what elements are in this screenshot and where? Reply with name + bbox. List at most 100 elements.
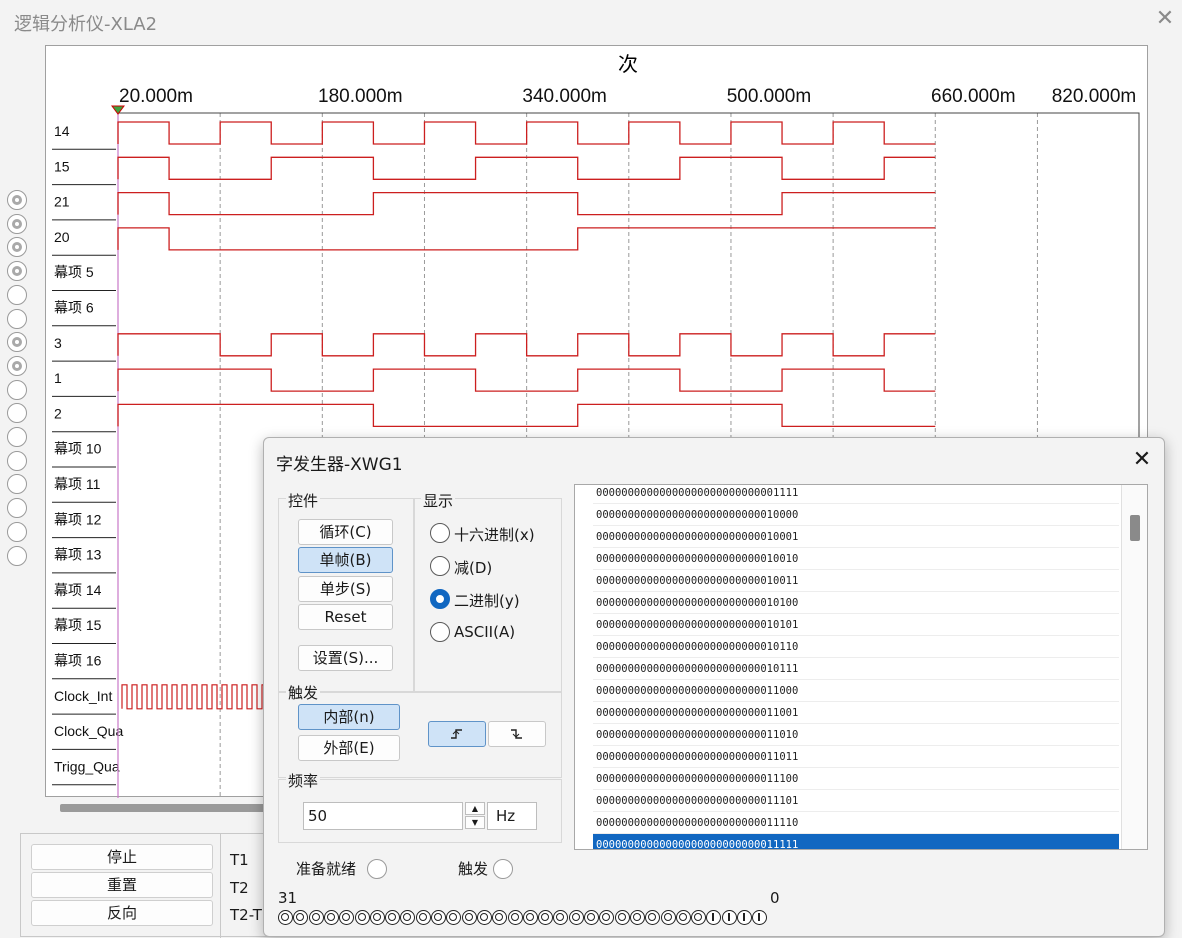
bit-low-icon[interactable] [645,910,661,925]
bit-low-icon[interactable] [660,910,676,925]
bit-high-icon[interactable] [752,910,768,925]
time-tick-label: 180.000m [318,86,403,107]
scrollbar-thumb[interactable] [1130,515,1140,541]
bit-low-icon[interactable] [415,910,431,925]
word-row[interactable]: 00000000000000000000000000010001 [593,526,1119,548]
bit-low-icon[interactable] [584,910,599,925]
pin-empty-icon[interactable] [7,427,27,447]
pin-empty-icon[interactable] [7,545,27,566]
word-row[interactable]: 00000000000000000000000000010000 [593,504,1119,526]
channel-label: 21 [54,194,70,210]
bit-low-icon[interactable] [369,910,385,925]
pin-empty-icon[interactable] [7,474,27,495]
display-radio-2[interactable] [430,589,450,609]
word-row[interactable]: 00000000000000000000000000011101 [593,790,1119,812]
channel-label: 15 [54,158,70,174]
pin-connected-icon[interactable] [7,190,27,210]
pin-empty-icon[interactable] [7,521,27,542]
bit-low-icon[interactable] [400,910,416,925]
pin-empty-icon[interactable] [7,498,27,519]
bit-low-icon[interactable] [446,910,462,925]
bit-low-icon[interactable] [553,910,569,925]
step-button[interactable]: 单步(S) [298,576,393,602]
pin-empty-icon[interactable] [7,308,27,329]
pin-connected-icon[interactable] [7,355,27,376]
word-row[interactable]: 00000000000000000000000000010010 [593,548,1119,570]
bit-low-icon[interactable] [691,910,707,925]
external-trigger-button[interactable]: 外部(E) [298,735,400,761]
bit-low-icon[interactable] [293,910,309,925]
word-row[interactable]: 00000000000000000000000000010101 [593,614,1119,636]
word-row[interactable]: 00000000000000000000000000001111 [593,485,1119,504]
channel-label: 幕项 5 [54,264,94,280]
bit-low-icon[interactable] [538,910,554,925]
pin-connected-icon[interactable] [7,213,27,234]
bit-high-icon[interactable] [706,910,722,925]
bit-low-icon[interactable] [492,910,508,925]
close-icon[interactable]: ✕ [1128,446,1156,474]
cycle-button[interactable]: 循环(C) [298,519,393,545]
pin-empty-icon[interactable] [7,284,27,305]
word-row[interactable]: 00000000000000000000000000011100 [593,768,1119,790]
frequency-unit-select[interactable]: Hz [487,802,537,830]
reset-button[interactable]: Reset [298,604,393,630]
pin-connected-icon[interactable] [7,237,27,258]
pin-empty-icon[interactable] [7,379,27,400]
spin-up-icon[interactable]: ▲ [465,802,485,815]
time-tick-label: 340.000m [522,86,607,107]
time-tick-label: 660.000m [931,86,1016,107]
display-radio-1[interactable] [430,556,450,576]
bit-high-icon[interactable] [721,910,737,925]
settings-button[interactable]: 设置(S)... [298,645,393,671]
display-radio-3[interactable] [430,622,450,642]
bit-low-icon[interactable] [599,910,615,925]
word-row[interactable]: 00000000000000000000000000011010 [593,724,1119,746]
bit-low-icon[interactable] [308,910,324,925]
word-row[interactable]: 00000000000000000000000000010011 [593,570,1119,592]
bit-low-icon[interactable] [507,910,523,925]
bit-high-icon[interactable] [737,910,752,925]
bit-low-icon[interactable] [323,910,339,925]
close-icon[interactable]: ✕ [1152,6,1178,32]
stop-button[interactable]: 停止 [31,844,213,870]
vertical-scrollbar[interactable] [1121,485,1147,849]
word-row[interactable]: 00000000000000000000000000011011 [593,746,1119,768]
bit-low-icon[interactable] [278,910,293,925]
word-row[interactable]: 00000000000000000000000000011000 [593,680,1119,702]
frequency-input[interactable]: 50 [303,802,463,830]
pin-empty-icon[interactable] [7,403,27,424]
word-list[interactable]: 00000000000000000000000000001111 00000000… [574,484,1148,850]
word-row[interactable]: 00000000000000000000000000010111 [593,658,1119,680]
trigger-status-label: 触发 [458,860,489,878]
word-row[interactable]: 00000000000000000000000000011110 [593,812,1119,834]
burst-button[interactable]: 单帧(B) [298,547,393,573]
reset-button[interactable]: 重置 [31,872,213,898]
bit-low-icon[interactable] [431,910,446,925]
window-title: 逻辑分析仪-XLA2 [14,14,158,35]
bit-low-icon[interactable] [614,910,630,925]
bit-low-icon[interactable] [354,910,370,925]
bit-low-icon[interactable] [339,910,355,925]
spin-down-icon[interactable]: ▼ [465,816,485,829]
bit-low-icon[interactable] [461,910,477,925]
bit-low-icon[interactable] [522,910,538,925]
bit-low-icon[interactable] [629,910,645,925]
bit-low-icon[interactable] [476,910,492,925]
word-row[interactable]: 00000000000000000000000000011001 [593,702,1119,724]
word-row[interactable]: 00000000000000000000000000010110 [593,636,1119,658]
bit-low-icon[interactable] [385,910,401,925]
time-tick-label: 820.000m [1052,86,1137,107]
internal-trigger-button[interactable]: 内部(n) [298,704,400,730]
display-radio-0[interactable] [430,523,450,543]
word-row[interactable]: 00000000000000000000000000010100 [593,592,1119,614]
falling-edge-button[interactable] [488,721,546,747]
reverse-button[interactable]: 反向 [31,900,213,926]
bit-low-icon[interactable] [568,910,584,925]
pin-empty-icon[interactable] [7,450,27,471]
bit-low-icon[interactable] [675,910,691,925]
rising-edge-button[interactable] [428,721,486,747]
pin-connected-icon[interactable] [7,261,27,282]
pin-connected-icon[interactable] [7,332,27,353]
word-row[interactable]: 00000000000000000000000000011111 [593,834,1119,849]
horizontal-scrollbar[interactable] [60,804,270,812]
